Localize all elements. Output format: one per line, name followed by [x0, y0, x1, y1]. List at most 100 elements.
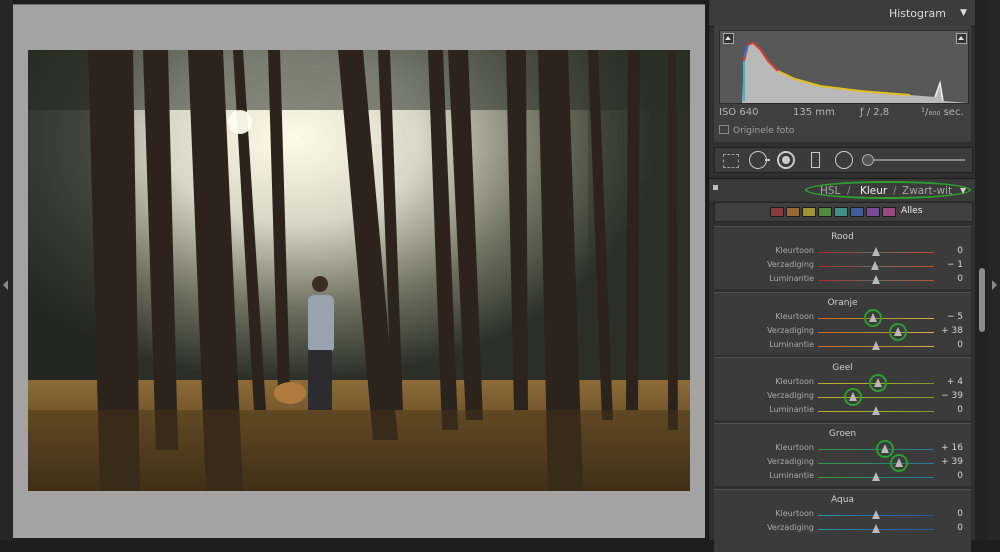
slider-value[interactable]: + 39	[941, 457, 963, 467]
group-title: Geel	[832, 363, 853, 373]
slider-track[interactable]	[818, 309, 934, 327]
swatch-magenta[interactable]	[882, 207, 896, 217]
histogram-title: Histogram	[888, 7, 946, 20]
slider-track[interactable]	[818, 247, 934, 256]
panel-toggle-icon[interactable]	[713, 185, 718, 190]
highlight-circle	[844, 388, 863, 406]
slider-value[interactable]: − 5	[947, 312, 963, 322]
grid-overlay-icon[interactable]	[721, 152, 739, 168]
slider-row: Verzadiging 0	[714, 523, 971, 535]
group-title: Oranje	[827, 298, 858, 308]
slider-value[interactable]: 0	[957, 471, 963, 481]
histogram-graph[interactable]	[719, 30, 969, 104]
hsl-group-1: Oranje Kleurtoon − 5 Verzadiging + 38 Luminan…	[714, 292, 971, 355]
scrollbar-thumb[interactable]	[979, 268, 985, 332]
slider-label: Verzadiging	[767, 391, 814, 400]
collapse-arrow-icon[interactable]: ▼	[960, 8, 967, 18]
right-panel-edge[interactable]	[988, 0, 1000, 540]
slider-thumb[interactable]	[872, 247, 880, 256]
slider-label: Luminantie	[769, 405, 814, 414]
slider-row: Verzadiging − 39	[714, 388, 971, 406]
slider-value[interactable]: + 4	[947, 377, 963, 387]
slider-label: Verzadiging	[767, 326, 814, 335]
slider-track[interactable]	[818, 323, 934, 341]
aperture-readout: ƒ / 2,8	[860, 107, 890, 118]
slider-value[interactable]: 0	[957, 340, 963, 350]
tab-kleur[interactable]: Kleur	[860, 185, 887, 197]
slider-track[interactable]	[818, 406, 934, 415]
slider-label: Kleurtoon	[775, 443, 814, 452]
swatch-purple[interactable]	[866, 207, 880, 217]
slider-value[interactable]: − 1	[947, 260, 963, 270]
collapse-right-panel-icon[interactable]	[992, 280, 997, 290]
swatch-yellow[interactable]	[802, 207, 816, 217]
highlight-circle	[869, 374, 888, 392]
tab-hsl[interactable]: HSL	[820, 185, 840, 197]
hsl-panel-header[interactable]: HSL / Kleur / Zwart-wit ▼	[709, 178, 976, 201]
swatch-red[interactable]	[770, 207, 784, 217]
panel-scrollbar[interactable]	[975, 0, 988, 540]
slider-label: Verzadiging	[767, 523, 814, 532]
slider-track[interactable]	[818, 524, 934, 533]
slider-thumb[interactable]	[872, 510, 880, 519]
group-title: Aqua	[831, 495, 854, 505]
slider-row: Luminantie 0	[714, 274, 971, 286]
slider-track[interactable]	[818, 341, 934, 350]
slider-thumb[interactable]	[872, 275, 880, 284]
original-photo-label: Originele foto	[733, 126, 795, 136]
slider-thumb[interactable]	[872, 406, 880, 415]
expand-left-panel-icon[interactable]	[3, 280, 8, 290]
slider-track[interactable]	[818, 275, 934, 284]
slider-row: Luminantie 0	[714, 340, 971, 352]
slider-label: Kleurtoon	[775, 312, 814, 321]
tab-zwart-wit[interactable]: Zwart-wit	[902, 185, 952, 197]
slider-track[interactable]	[818, 440, 934, 458]
original-photo-checkbox[interactable]	[719, 125, 729, 134]
slider-row: Verzadiging + 38	[714, 323, 971, 341]
highlight-circle	[889, 454, 908, 472]
slider-thumb[interactable]	[872, 341, 880, 350]
slider-label: Verzadiging	[767, 457, 814, 466]
slider-track[interactable]	[818, 374, 934, 392]
original-photo-toggle[interactable]: Originele foto	[719, 125, 794, 136]
radial-filter-icon[interactable]	[835, 151, 853, 169]
slider-track[interactable]	[818, 261, 934, 270]
slider-value[interactable]: + 16	[941, 443, 963, 453]
slider-row: Kleurtoon − 5	[714, 309, 971, 327]
slider-track[interactable]	[818, 454, 934, 472]
swatch-blue[interactable]	[850, 207, 864, 217]
swatch-aqua[interactable]	[834, 207, 848, 217]
slider-value[interactable]: + 38	[941, 326, 963, 336]
slider-track[interactable]	[818, 510, 934, 519]
focal-length-readout: 135 mm	[793, 107, 835, 118]
slider-value[interactable]: 0	[957, 405, 963, 415]
spot-removal-icon[interactable]	[777, 151, 795, 169]
histogram-header[interactable]: Histogram ▼	[709, 0, 976, 27]
slider-track[interactable]	[818, 388, 934, 406]
iso-readout: ISO 640	[719, 107, 759, 118]
hsl-group-0: Rood Kleurtoon 0 Verzadiging − 1 Luminantie 0	[714, 226, 971, 289]
tab-separator: /	[847, 185, 851, 197]
slider-thumb[interactable]	[871, 261, 880, 270]
slider-thumb[interactable]	[872, 524, 880, 533]
slider-thumb[interactable]	[872, 472, 880, 481]
slider-value[interactable]: − 39	[941, 391, 963, 401]
brush-slider-track[interactable]	[865, 159, 965, 161]
adjustment-brush-icon[interactable]	[862, 154, 874, 166]
left-panel-edge[interactable]	[0, 0, 13, 540]
collapse-arrow-icon[interactable]: ▼	[960, 186, 966, 195]
graduated-filter-icon[interactable]	[811, 152, 820, 168]
swatch-green[interactable]	[818, 207, 832, 217]
photo-preview[interactable]	[28, 50, 690, 491]
slider-label: Luminantie	[769, 471, 814, 480]
slider-value[interactable]: 0	[957, 523, 963, 533]
crop-tool-icon[interactable]	[749, 151, 770, 169]
slider-value[interactable]: 0	[957, 509, 963, 519]
slider-value[interactable]: 0	[957, 246, 963, 256]
swatch-orange[interactable]	[786, 207, 800, 217]
tool-strip	[714, 147, 973, 173]
image-canvas	[13, 4, 705, 538]
slider-track[interactable]	[818, 472, 934, 481]
slider-value[interactable]: 0	[957, 274, 963, 284]
all-colors-button[interactable]: Alles	[901, 206, 922, 216]
